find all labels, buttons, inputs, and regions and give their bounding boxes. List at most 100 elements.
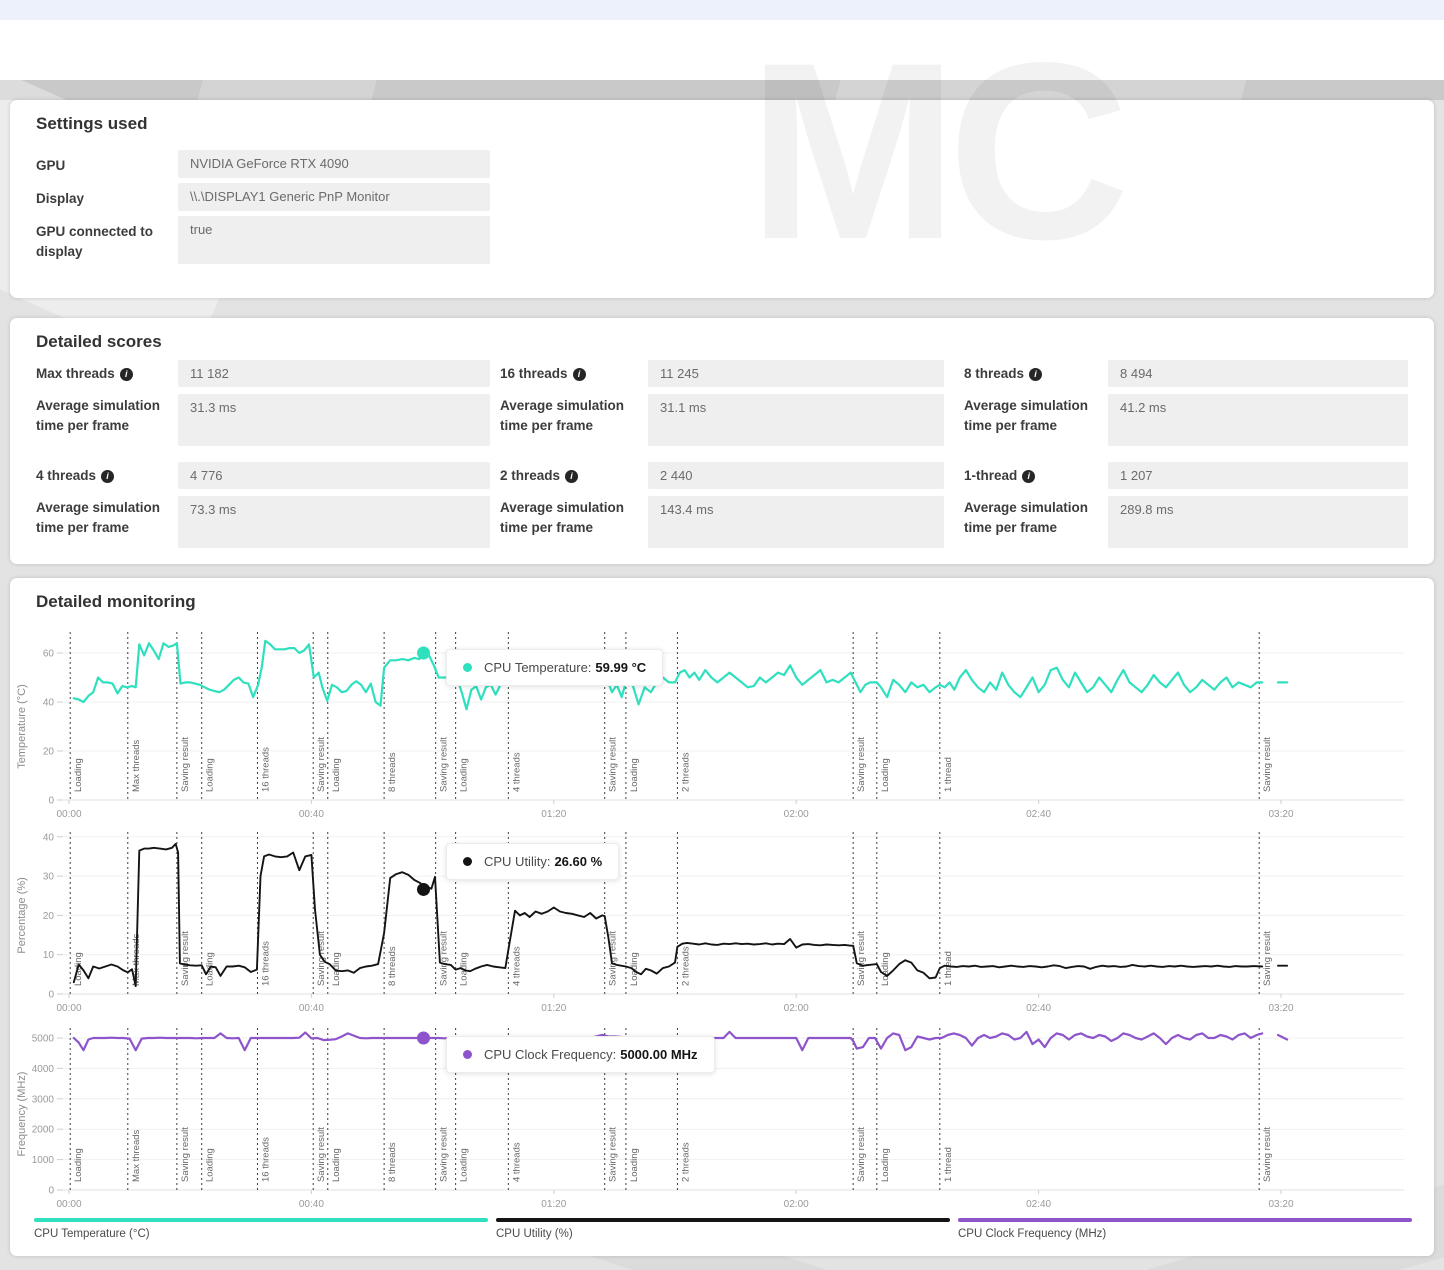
settings-title: Settings used bbox=[36, 114, 147, 134]
tooltip-dot-icon bbox=[463, 663, 472, 672]
cpu-utility-chart-host: 010203040Percentage (%)00:0000:4001:2002… bbox=[10, 822, 1434, 1018]
phase-marker-label: 1 thread bbox=[943, 1147, 954, 1182]
avg-sim-time-label: Average simulation time per frame bbox=[500, 498, 642, 537]
phase-marker-label: Saving result bbox=[180, 931, 191, 986]
cpu-temperature-chart-host: 0204060Temperature (°C)00:0000:4001:2002… bbox=[10, 620, 1434, 830]
cpu-temperature-hover-dot[interactable] bbox=[417, 647, 430, 660]
phase-marker-label: Saving result bbox=[856, 737, 867, 792]
phase-marker-label: Max threads bbox=[131, 1129, 142, 1182]
threads8-label: 8 threadsi bbox=[964, 366, 1042, 381]
phase-marker-label: Loading bbox=[73, 758, 84, 792]
legend-item-utility[interactable]: CPU Utility (%) bbox=[496, 1218, 950, 1240]
y-tick-label: 0 bbox=[48, 990, 54, 1001]
phase-marker-label: Saving result bbox=[1262, 737, 1273, 792]
phase-marker-label: Saving result bbox=[1262, 1127, 1273, 1182]
phase-marker-label: 8 threads bbox=[387, 752, 398, 792]
info-icon[interactable]: i bbox=[565, 470, 578, 483]
phase-marker-label: Saving result bbox=[180, 1127, 191, 1182]
cpu-clock-frequency-chart: 010002000300040005000Frequency (MHz)00:0… bbox=[10, 1018, 1434, 1218]
gpu-label: GPU bbox=[36, 156, 176, 176]
y-tick-label: 20 bbox=[43, 747, 55, 758]
phase-marker-label: Saving result bbox=[608, 1127, 619, 1182]
phase-marker-label: Loading bbox=[459, 1148, 470, 1182]
info-icon[interactable]: i bbox=[120, 368, 133, 381]
threads2-score: 2 440 bbox=[648, 462, 944, 489]
phase-marker-label: Saving result bbox=[608, 737, 619, 792]
legend-item-frequency[interactable]: CPU Clock Frequency (MHz) bbox=[958, 1218, 1412, 1240]
max-threads-label: Max threadsi bbox=[36, 366, 133, 381]
avg-sim-time-label: Average simulation time per frame bbox=[964, 396, 1106, 435]
phase-marker-label: 4 threads bbox=[511, 946, 522, 986]
x-tick-label: 00:40 bbox=[299, 809, 324, 820]
avg-sim-time-label: Average simulation time per frame bbox=[36, 498, 178, 537]
detailed-scores-card: Detailed scores Max threadsi 11 182 Aver… bbox=[10, 318, 1434, 564]
display-value: \\.\DISPLAY1 Generic PnP Monitor bbox=[178, 183, 490, 211]
phase-marker-label: 16 threads bbox=[260, 1137, 271, 1182]
info-icon[interactable]: i bbox=[1022, 470, 1035, 483]
detailed-monitoring-title: Detailed monitoring bbox=[36, 592, 196, 612]
y-tick-label: 5000 bbox=[32, 1034, 55, 1045]
gpu-connected-value: true bbox=[178, 216, 490, 264]
phase-marker-label: Saving result bbox=[856, 931, 867, 986]
y-tick-label: 10 bbox=[43, 950, 55, 961]
x-tick-label: 01:20 bbox=[541, 1003, 566, 1014]
phase-marker-label: Loading bbox=[205, 758, 216, 792]
x-tick-label: 02:40 bbox=[1026, 1003, 1051, 1014]
phase-marker-label: Loading bbox=[331, 952, 342, 986]
threads8-avg: 41.2 ms bbox=[1108, 394, 1408, 446]
phase-marker-label: Max threads bbox=[131, 739, 142, 792]
threads4-avg: 73.3 ms bbox=[178, 496, 490, 548]
cpu-temperature-series-line bbox=[74, 641, 1262, 710]
avg-sim-time-label: Average simulation time per frame bbox=[500, 396, 642, 435]
gpu-connected-label: GPU connected to display bbox=[36, 222, 176, 261]
info-icon[interactable]: i bbox=[101, 470, 114, 483]
phase-marker-label: Loading bbox=[629, 758, 640, 792]
phase-marker-label: Loading bbox=[205, 1148, 216, 1182]
threads4-score: 4 776 bbox=[178, 462, 490, 489]
y-tick-label: 60 bbox=[43, 649, 55, 660]
info-icon[interactable]: i bbox=[1029, 368, 1042, 381]
legend-bar-temperature bbox=[34, 1218, 488, 1222]
x-tick-label: 00:00 bbox=[56, 1199, 81, 1210]
max-threads-score: 11 182 bbox=[178, 360, 490, 387]
info-icon[interactable]: i bbox=[573, 368, 586, 381]
phase-marker-label: Saving result bbox=[439, 1127, 450, 1182]
phase-marker-label: 8 threads bbox=[387, 1142, 398, 1182]
phase-marker-label: Saving result bbox=[856, 1127, 867, 1182]
phase-marker-label: Loading bbox=[880, 758, 891, 792]
phase-marker-label: 2 threads bbox=[680, 1142, 691, 1182]
x-tick-label: 00:00 bbox=[56, 1003, 81, 1014]
gpu-value: NVIDIA GeForce RTX 4090 bbox=[178, 150, 490, 178]
threads16-label: 16 threadsi bbox=[500, 366, 586, 381]
phase-marker-label: Loading bbox=[459, 758, 470, 792]
x-tick-label: 03:20 bbox=[1268, 1199, 1293, 1210]
phase-marker-label: 8 threads bbox=[387, 946, 398, 986]
settings-card: Settings used GPU NVIDIA GeForce RTX 409… bbox=[10, 100, 1434, 298]
cpu-utility-tooltip: CPU Utility: 26.60 % bbox=[446, 843, 619, 880]
phase-marker-label: Saving result bbox=[316, 737, 327, 792]
y-tick-label: 40 bbox=[43, 832, 55, 843]
cpu-clock-frequency-hover-dot[interactable] bbox=[417, 1032, 430, 1045]
legend-item-temperature[interactable]: CPU Temperature (°C) bbox=[34, 1218, 488, 1240]
y-axis-title: Percentage (%) bbox=[16, 877, 28, 953]
detailed-monitoring-card: Detailed monitoring 0204060Temperature (… bbox=[10, 578, 1434, 1256]
cpu-utility-hover-dot[interactable] bbox=[417, 883, 430, 896]
y-tick-label: 40 bbox=[43, 698, 55, 709]
x-tick-label: 03:20 bbox=[1268, 1003, 1293, 1014]
phase-marker-label: 4 threads bbox=[511, 752, 522, 792]
cpu-temperature-tooltip: CPU Temperature: 59.99 °C bbox=[446, 649, 663, 686]
y-tick-label: 0 bbox=[48, 796, 54, 807]
phase-marker-label: Saving result bbox=[316, 1127, 327, 1182]
x-tick-label: 01:20 bbox=[541, 1199, 566, 1210]
cpu-clock-frequency-tooltip: CPU Clock Frequency: 5000.00 MHz bbox=[446, 1036, 715, 1073]
phase-marker-label: 16 threads bbox=[260, 941, 271, 986]
page-header-band bbox=[0, 20, 1444, 80]
legend-bar-utility bbox=[496, 1218, 950, 1222]
phase-marker-label: Loading bbox=[331, 758, 342, 792]
phase-marker-label: Loading bbox=[629, 1148, 640, 1182]
phase-marker-label: Saving result bbox=[1262, 931, 1273, 986]
threads2-label: 2 threadsi bbox=[500, 468, 578, 483]
phase-marker-label: 1 thread bbox=[943, 951, 954, 986]
benchmark-results-page: MC Settings used GPU NVIDIA GeForce RTX … bbox=[0, 0, 1444, 1270]
y-tick-label: 3000 bbox=[32, 1094, 55, 1105]
